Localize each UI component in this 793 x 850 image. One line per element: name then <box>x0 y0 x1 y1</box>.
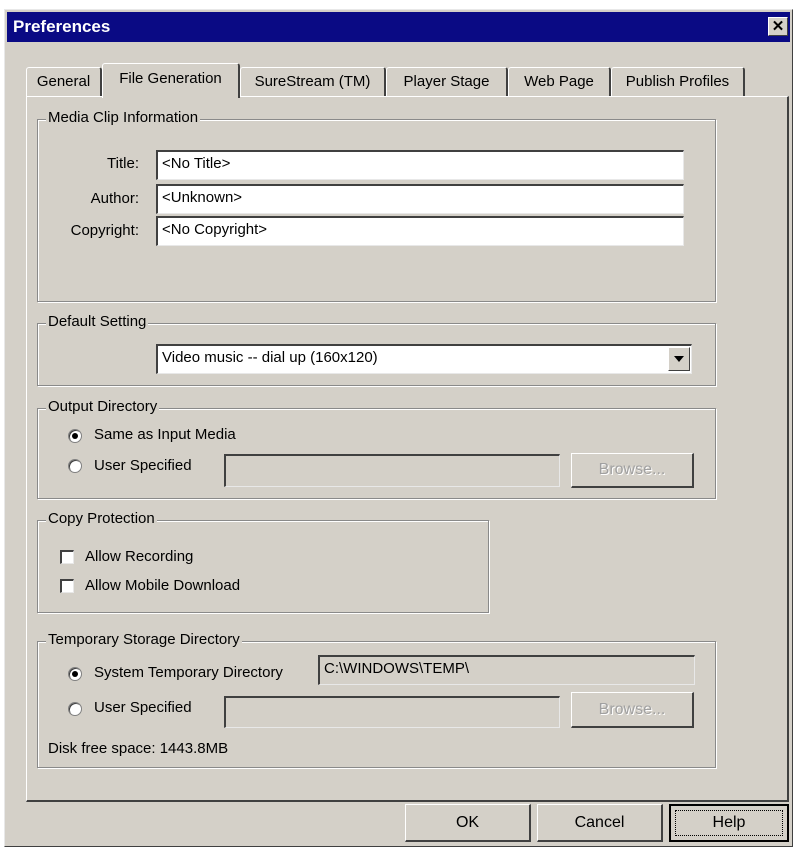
title-field[interactable]: <No Title> <box>156 150 684 180</box>
output-path-field[interactable] <box>224 454 560 487</box>
author-field[interactable]: <Unknown> <box>156 184 684 214</box>
selected-value: Video music -- dial up (160x120) <box>162 349 378 366</box>
focus-rect <box>675 810 783 836</box>
tab-label: SureStream (TM) <box>254 73 371 90</box>
default-setting-select[interactable]: Video music -- dial up (160x120) <box>156 344 692 374</box>
group-legend: Temporary Storage Directory <box>46 631 242 648</box>
temp-browse-button[interactable]: Browse... <box>571 692 694 728</box>
close-button[interactable]: ✕ <box>768 17 788 36</box>
author-label: Author: <box>90 190 139 207</box>
radio-user-specified[interactable] <box>68 459 82 473</box>
temp-storage-group: Temporary Storage Directory System Tempo… <box>37 631 716 768</box>
title-label: Title: <box>107 155 139 172</box>
tab-label: General <box>36 73 91 90</box>
user-specified-label: User Specified <box>94 457 192 474</box>
cancel-button[interactable]: Cancel <box>537 804 663 842</box>
default-setting-group: Default Setting Video music -- dial up (… <box>37 313 716 386</box>
tab-label: Web Page <box>524 73 594 90</box>
ok-button[interactable]: OK <box>405 804 531 842</box>
file-generation-panel: Media Clip Information Title: <No Title>… <box>26 96 789 802</box>
system-temp-path: C:\WINDOWS\TEMP\ <box>318 655 695 685</box>
tab-web-page[interactable]: Web Page <box>508 67 611 96</box>
help-button[interactable]: Help <box>669 804 789 842</box>
same-as-input-label: Same as Input Media <box>94 426 236 443</box>
close-icon: ✕ <box>771 18 785 35</box>
radio-dot <box>72 433 78 439</box>
allow-mobile-checkbox[interactable] <box>60 579 74 593</box>
radio-temp-user-specified[interactable] <box>68 702 82 716</box>
system-temp-label: System Temporary Directory <box>94 664 283 681</box>
preferences-dialog: Preferences ✕ General File Generation Su… <box>4 9 793 847</box>
browse-button[interactable]: Browse... <box>571 453 694 488</box>
group-legend: Default Setting <box>46 313 149 330</box>
tab-publish-profiles[interactable]: Publish Profiles <box>611 67 745 96</box>
tab-label: File Generation <box>119 70 222 87</box>
tab-label: Player Stage <box>403 73 490 90</box>
dropdown-button[interactable] <box>668 347 690 371</box>
window-title: Preferences <box>13 17 111 36</box>
allow-recording-label: Allow Recording <box>85 548 194 565</box>
copyright-field[interactable]: <No Copyright> <box>156 216 684 246</box>
temp-path-field[interactable] <box>224 696 560 728</box>
output-directory-group: Output Directory Same as Input Media Use… <box>37 398 716 499</box>
group-legend: Output Directory <box>46 398 160 415</box>
title-bar[interactable]: Preferences ✕ <box>7 12 790 42</box>
browse-label: Browse... <box>598 461 666 478</box>
chevron-down-icon <box>674 356 684 362</box>
copyright-label: Copyright: <box>70 222 139 239</box>
group-legend: Copy Protection <box>46 510 157 527</box>
radio-dot <box>72 671 78 677</box>
tab-player-stage[interactable]: Player Stage <box>386 67 508 96</box>
radio-system-temp[interactable] <box>68 667 82 681</box>
copy-protection-group: Copy Protection Allow Recording Allow Mo… <box>37 510 489 613</box>
allow-recording-checkbox[interactable] <box>60 550 74 564</box>
allow-mobile-label: Allow Mobile Download <box>85 577 241 594</box>
browse-label: Browse... <box>598 701 666 718</box>
cancel-label: Cancel <box>574 814 625 831</box>
media-clip-group: Media Clip Information Title: <No Title>… <box>37 109 716 302</box>
tab-surestream[interactable]: SureStream (TM) <box>240 67 386 96</box>
temp-user-specified-label: User Specified <box>94 699 192 716</box>
disk-free-space: Disk free space: 1443.8MB <box>48 740 229 757</box>
tab-file-generation[interactable]: File Generation <box>102 63 240 98</box>
tab-general[interactable]: General <box>26 67 102 96</box>
tab-label: Publish Profiles <box>625 73 730 90</box>
radio-same-as-input[interactable] <box>68 429 82 443</box>
ok-label: OK <box>455 814 480 831</box>
group-legend: Media Clip Information <box>46 109 201 126</box>
